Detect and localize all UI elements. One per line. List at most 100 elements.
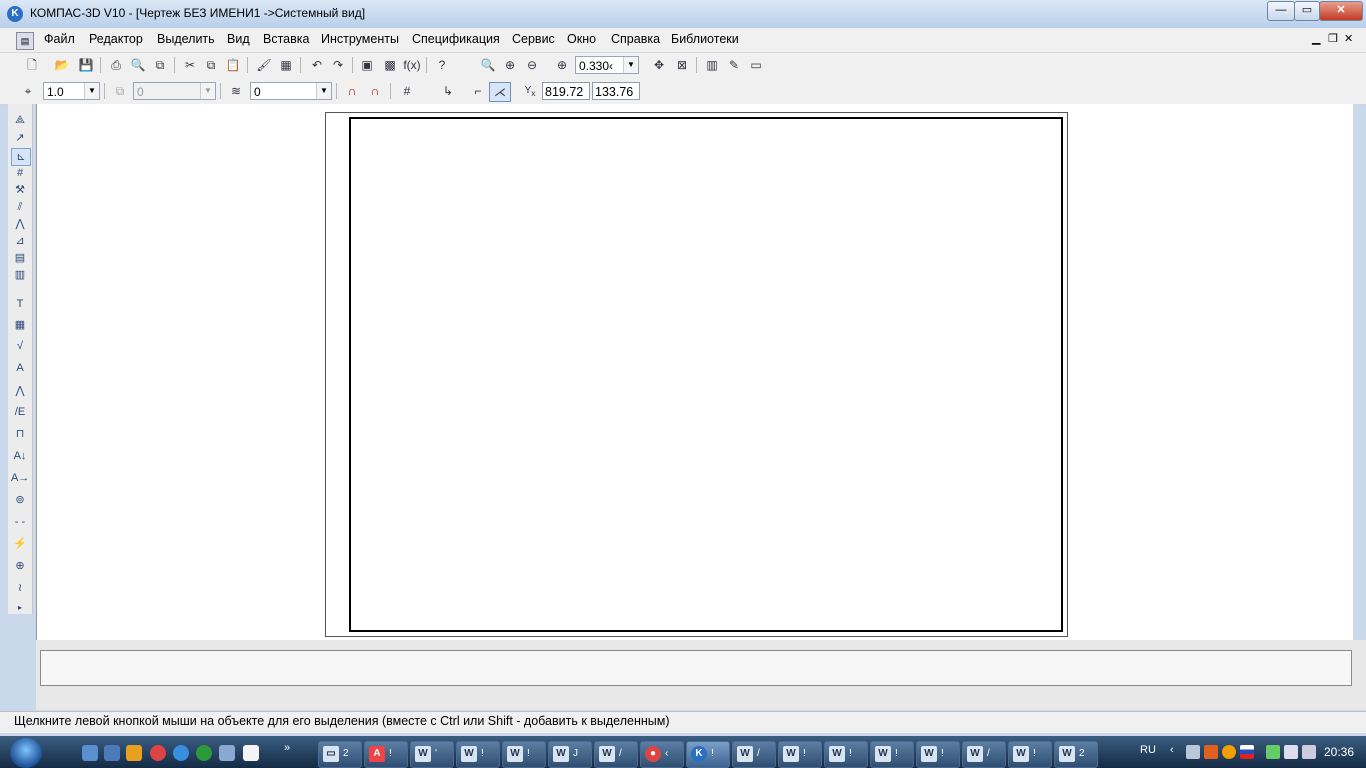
- pan-icon[interactable]: ✥: [649, 56, 669, 74]
- variables-fx-icon[interactable]: f(x): [402, 56, 422, 74]
- dimensions-icon[interactable]: ↗: [11, 130, 29, 146]
- taskbar-button[interactable]: W /: [732, 741, 776, 768]
- tolerance-icon[interactable]: ⊓: [11, 426, 29, 442]
- cut-icon[interactable]: ✂: [180, 56, 200, 74]
- utorrent-icon[interactable]: [196, 745, 212, 761]
- break-line-icon[interactable]: ⚡: [11, 536, 29, 552]
- step-cursor-icon[interactable]: ⌖: [18, 82, 38, 100]
- open-folder-icon[interactable]: 📂: [52, 56, 72, 74]
- leader-icon[interactable]: ⋀: [11, 383, 29, 399]
- taskbar-button[interactable]: WJ: [548, 741, 592, 768]
- battery-icon[interactable]: [1266, 745, 1280, 759]
- library-manager-icon[interactable]: ▩: [380, 56, 400, 74]
- volume-icon[interactable]: [1302, 745, 1316, 759]
- menu-libraries[interactable]: Библиотеки: [671, 32, 739, 46]
- new-file-icon[interactable]: 🗋: [22, 56, 42, 74]
- taskbar-button[interactable]: A!: [364, 741, 408, 768]
- menu-window[interactable]: Окно: [567, 32, 596, 46]
- menu-view[interactable]: Вид: [227, 32, 250, 46]
- reports-icon[interactable]: ▥: [11, 267, 29, 283]
- round-coords-icon[interactable]: ⋌: [489, 82, 511, 102]
- cut-line-icon[interactable]: A→: [11, 470, 29, 486]
- taskbar-button[interactable]: ▭ 2: [318, 741, 362, 768]
- document-icon[interactable]: ▤: [16, 32, 34, 50]
- taskbar-button[interactable]: ● ‹: [640, 741, 684, 768]
- base-icon[interactable]: A: [11, 360, 29, 376]
- chevron-down-icon[interactable]: ▼: [84, 83, 99, 99]
- internet-explorer-icon[interactable]: [173, 745, 189, 761]
- taskbar-button[interactable]: W!: [456, 741, 500, 768]
- start-button[interactable]: [10, 738, 42, 768]
- layer-combo[interactable]: 0 ▼: [250, 82, 332, 100]
- axis-line-icon[interactable]: - -: [11, 514, 29, 530]
- paste-icon[interactable]: 📋: [223, 56, 243, 74]
- quicklaunch-more-icon[interactable]: »: [284, 742, 290, 754]
- undo-icon[interactable]: ↶: [307, 56, 327, 74]
- taskbar-button[interactable]: W!: [824, 741, 868, 768]
- expand-arrow-icon[interactable]: ▸: [11, 600, 29, 616]
- menu-select[interactable]: Выделить: [157, 32, 215, 46]
- table-icon[interactable]: ▦: [11, 317, 29, 333]
- center-mark-icon[interactable]: ⊕: [11, 558, 29, 574]
- flag-ru-icon[interactable]: [1240, 745, 1254, 759]
- menu-file[interactable]: Файл: [44, 32, 75, 46]
- chevron-down-icon[interactable]: ▼: [316, 83, 331, 99]
- maximize-button[interactable]: ▭: [1294, 1, 1320, 21]
- taskbar-button[interactable]: W!: [916, 741, 960, 768]
- show-desktop-icon[interactable]: [82, 745, 98, 761]
- roughness-icon[interactable]: √: [11, 338, 29, 354]
- refresh-icon[interactable]: ▥: [702, 56, 722, 74]
- taskbar-button[interactable]: W!: [1008, 741, 1052, 768]
- window-switch-icon[interactable]: [104, 745, 120, 761]
- local-snap-icon[interactable]: ∩: [365, 82, 385, 100]
- parametrization-icon[interactable]: ⚒: [11, 182, 29, 198]
- media-player-icon[interactable]: [126, 745, 142, 761]
- select-icon[interactable]: ⋀: [11, 216, 29, 232]
- wavy-line-icon[interactable]: ≀: [11, 580, 29, 596]
- menu-insert[interactable]: Вставка: [263, 32, 309, 46]
- taskbar-button[interactable]: W /: [594, 741, 638, 768]
- save-icon[interactable]: 💾: [76, 56, 96, 74]
- mdi-minimize-button[interactable]: ▁: [1312, 32, 1320, 45]
- taskbar-button[interactable]: W!: [870, 741, 914, 768]
- menu-service[interactable]: Сервис: [512, 32, 555, 46]
- geometry-icon[interactable]: ⟁: [11, 112, 29, 128]
- layers-icon[interactable]: ≋: [226, 82, 246, 100]
- mdi-restore-button[interactable]: ❐: [1328, 32, 1338, 45]
- marking-icon[interactable]: ⊚: [11, 492, 29, 508]
- zoom-in-icon[interactable]: ⊕: [500, 56, 520, 74]
- network-icon[interactable]: [1186, 745, 1200, 759]
- copy-icon[interactable]: ⧉: [201, 56, 221, 74]
- local-cs-icon[interactable]: ↳: [438, 82, 458, 100]
- manager-icon[interactable]: ▣: [357, 56, 377, 74]
- designations-icon[interactable]: ⊾: [11, 148, 31, 166]
- print-icon[interactable]: ⎙: [106, 56, 126, 74]
- odnoklassniki-icon[interactable]: [1222, 745, 1236, 759]
- antivirus-icon[interactable]: [1204, 745, 1218, 759]
- menu-edit[interactable]: Редактор: [89, 32, 143, 46]
- taskbar-button[interactable]: W!: [502, 741, 546, 768]
- coord-y-field[interactable]: 133.76: [592, 82, 640, 100]
- spec-icon[interactable]: ▤: [11, 250, 29, 266]
- display-icon[interactable]: ▭: [746, 56, 766, 74]
- chevron-down-icon[interactable]: ▼: [623, 57, 638, 73]
- taskbar-button[interactable]: K!: [686, 741, 730, 768]
- draw-icon[interactable]: ✎: [724, 56, 744, 74]
- ortho-icon[interactable]: ⌐: [468, 82, 488, 100]
- properties-icon[interactable]: ▦: [276, 56, 296, 74]
- edit-icon[interactable]: #: [11, 165, 29, 181]
- zoom-scale-icon[interactable]: ⊕: [552, 56, 572, 74]
- arrow-view-icon[interactable]: A↓: [11, 448, 29, 464]
- taskbar-button[interactable]: W2: [1054, 741, 1098, 768]
- zoom-icon[interactable]: 🔍: [478, 56, 498, 74]
- show-all-icon[interactable]: ⊠: [672, 56, 692, 74]
- display-tray-icon[interactable]: [1284, 745, 1298, 759]
- copy-properties-icon[interactable]: ⧉: [150, 56, 170, 74]
- measure-icon[interactable]: ⫽: [11, 199, 29, 215]
- taskbar-button[interactable]: W /: [962, 741, 1006, 768]
- coord-x-field[interactable]: 819.72: [542, 82, 590, 100]
- taskbar-button[interactable]: W!: [778, 741, 822, 768]
- step-combo[interactable]: 1.0 ▼: [43, 82, 100, 100]
- taskbar-button[interactable]: W ': [410, 741, 454, 768]
- help-pointer-icon[interactable]: ?: [432, 56, 452, 74]
